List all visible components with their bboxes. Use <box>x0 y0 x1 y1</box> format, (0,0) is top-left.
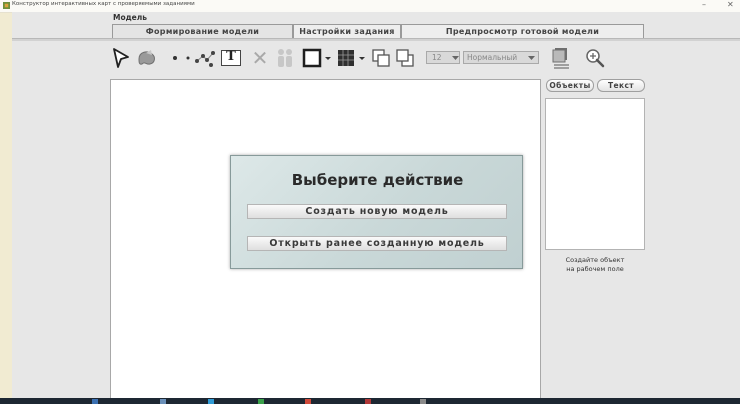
tab-objects[interactable]: Объекты <box>546 79 594 92</box>
tab-preview-model[interactable]: Предпросмотр готовой модели <box>401 24 644 38</box>
tab-model-building[interactable]: Формирование модели <box>112 24 293 38</box>
chevron-down-icon <box>528 55 535 60</box>
tab-divider <box>12 38 740 41</box>
bring-forward-tool[interactable] <box>395 45 415 71</box>
objects-list-panel[interactable] <box>545 98 645 250</box>
polyline-icon <box>195 51 215 67</box>
point-tool[interactable] <box>170 45 180 71</box>
group-objects-tool[interactable] <box>274 45 296 71</box>
send-backward-tool[interactable] <box>371 45 391 71</box>
stacked-pages-icon <box>552 48 569 69</box>
taskbar-app-icon[interactable] <box>208 399 214 404</box>
zoom-tool[interactable] <box>584 45 606 71</box>
select-arrow-tool[interactable] <box>110 45 132 71</box>
text-tool[interactable]: T <box>219 45 243 71</box>
fill-pattern-dropdown[interactable] <box>336 45 368 71</box>
chevron-down-icon <box>452 55 459 60</box>
polyline-tool[interactable] <box>194 45 216 71</box>
shape-fill-tool[interactable] <box>136 45 158 71</box>
align-layers-tool[interactable] <box>551 45 573 71</box>
objects-hint-line1: Создайте объект <box>565 256 625 264</box>
grid-fill-icon <box>338 50 365 66</box>
open-existing-model-button[interactable]: Открыть ранее созданную модель <box>247 236 507 251</box>
choose-action-dialog: Выберите действие Создать новую модель О… <box>230 155 523 269</box>
app-icon <box>3 2 10 9</box>
text-tool-glyph: T <box>226 49 236 64</box>
font-size-select[interactable]: 12 <box>426 51 460 64</box>
minimize-button[interactable]: – <box>702 0 706 9</box>
text-tool-icon: T <box>221 50 241 66</box>
taskbar-app-icon[interactable] <box>160 399 166 404</box>
objects-hint-line2: на рабочем поле <box>566 264 624 273</box>
menu-model[interactable]: Модель <box>113 13 147 22</box>
layers-back-icon <box>372 49 390 67</box>
layers-front-icon <box>396 49 414 67</box>
dialog-title: Выберите действие <box>291 171 464 189</box>
taskbar-app-icon[interactable] <box>420 399 426 404</box>
delete-tool[interactable]: ✕ <box>249 45 271 71</box>
border-style-dropdown[interactable] <box>302 45 334 71</box>
taskbar-app-icon[interactable] <box>365 399 371 404</box>
blob-shape-icon <box>138 50 155 65</box>
close-window-button[interactable]: ✕ <box>727 0 734 9</box>
people-icon <box>278 49 292 67</box>
small-dot-icon <box>186 56 190 60</box>
border-square-icon <box>302 48 331 68</box>
taskbar-app-icon[interactable] <box>258 399 264 404</box>
point-icon <box>173 56 177 60</box>
delete-icon: ✕ <box>251 46 269 70</box>
zoom-in-icon <box>586 49 605 68</box>
dot-tool[interactable] <box>183 45 193 71</box>
create-new-model-button[interactable]: Создать новую модель <box>247 204 507 219</box>
tab-task-settings[interactable]: Настройки задания <box>293 24 401 38</box>
taskbar-app-icon[interactable] <box>92 399 98 404</box>
objects-hint: Создайте объект на рабочем поле <box>545 256 645 273</box>
font-style-select[interactable]: Нормальный <box>463 51 539 64</box>
tab-text[interactable]: Текст <box>597 79 645 92</box>
font-size-value: 12 <box>432 53 442 62</box>
taskbar-app-icon[interactable] <box>305 399 311 404</box>
font-style-value: Нормальный <box>467 53 518 62</box>
window-title: Конструктор интерактивных карт с проверя… <box>12 1 195 7</box>
arrow-pointer-icon <box>113 48 129 68</box>
